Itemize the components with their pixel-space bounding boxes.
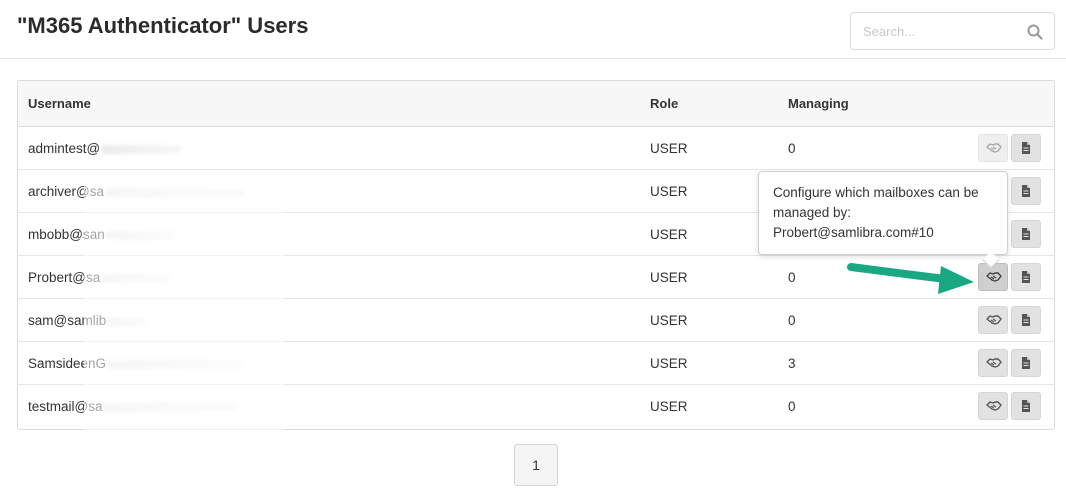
manage-mailboxes-button[interactable]	[978, 306, 1008, 334]
role-cell: USER	[650, 270, 688, 285]
search-box[interactable]	[850, 12, 1055, 50]
user-details-button[interactable]	[1011, 306, 1041, 334]
column-header-role[interactable]: Role	[650, 96, 678, 111]
table-row: admintest@ USER 0	[18, 127, 1054, 170]
handshake-icon	[986, 143, 1002, 153]
user-details-button[interactable]	[1011, 134, 1041, 162]
managing-cell: 0	[788, 141, 796, 156]
manage-mailboxes-button[interactable]	[978, 134, 1008, 162]
document-icon	[1022, 314, 1030, 326]
manage-mailboxes-tooltip: Configure which mailboxes can be managed…	[758, 171, 1008, 255]
role-cell: USER	[650, 356, 688, 371]
search-input[interactable]	[863, 22, 1023, 40]
handshake-icon	[986, 401, 1002, 411]
managing-cell: 0	[788, 313, 796, 328]
user-details-button[interactable]	[1011, 177, 1041, 205]
user-details-button[interactable]	[1011, 263, 1041, 291]
role-cell: USER	[650, 399, 688, 414]
document-icon	[1022, 142, 1030, 154]
username-cell: admintest@	[28, 141, 182, 156]
manage-mailboxes-button[interactable]	[978, 349, 1008, 377]
document-icon	[1022, 400, 1030, 412]
search-icon[interactable]	[1026, 23, 1044, 41]
role-cell: USER	[650, 184, 688, 199]
column-header-managing[interactable]: Managing	[788, 96, 849, 111]
role-cell: USER	[650, 227, 688, 242]
role-cell: USER	[650, 141, 688, 156]
page-header: "M365 Authenticator" Users	[0, 0, 1066, 59]
role-cell: USER	[650, 313, 688, 328]
tooltip-line: Configure which mailboxes can be	[773, 185, 979, 200]
document-icon	[1022, 228, 1030, 240]
column-header-username[interactable]: Username	[28, 96, 91, 111]
tooltip-line: managed by:	[773, 205, 852, 220]
table-header: Username Role Managing	[18, 81, 1054, 127]
redaction-overlay	[84, 172, 284, 430]
managing-cell: 3	[788, 356, 796, 371]
document-icon	[1022, 271, 1030, 283]
page-title: "M365 Authenticator" Users	[17, 13, 309, 38]
document-icon	[1022, 357, 1030, 369]
user-details-button[interactable]	[1011, 349, 1041, 377]
managing-cell: 0	[788, 399, 796, 414]
page-1-button[interactable]: 1	[514, 444, 558, 486]
tooltip-line: Probert@samlibra.com#10	[773, 225, 934, 240]
user-details-button[interactable]	[1011, 220, 1041, 248]
managing-cell: 0	[788, 270, 796, 285]
document-icon	[1022, 185, 1030, 197]
user-details-button[interactable]	[1011, 392, 1041, 420]
manage-mailboxes-button[interactable]	[978, 263, 1008, 291]
handshake-icon	[986, 358, 1002, 368]
manage-mailboxes-button[interactable]	[978, 392, 1008, 420]
handshake-icon	[986, 315, 1002, 325]
handshake-icon	[986, 272, 1002, 282]
